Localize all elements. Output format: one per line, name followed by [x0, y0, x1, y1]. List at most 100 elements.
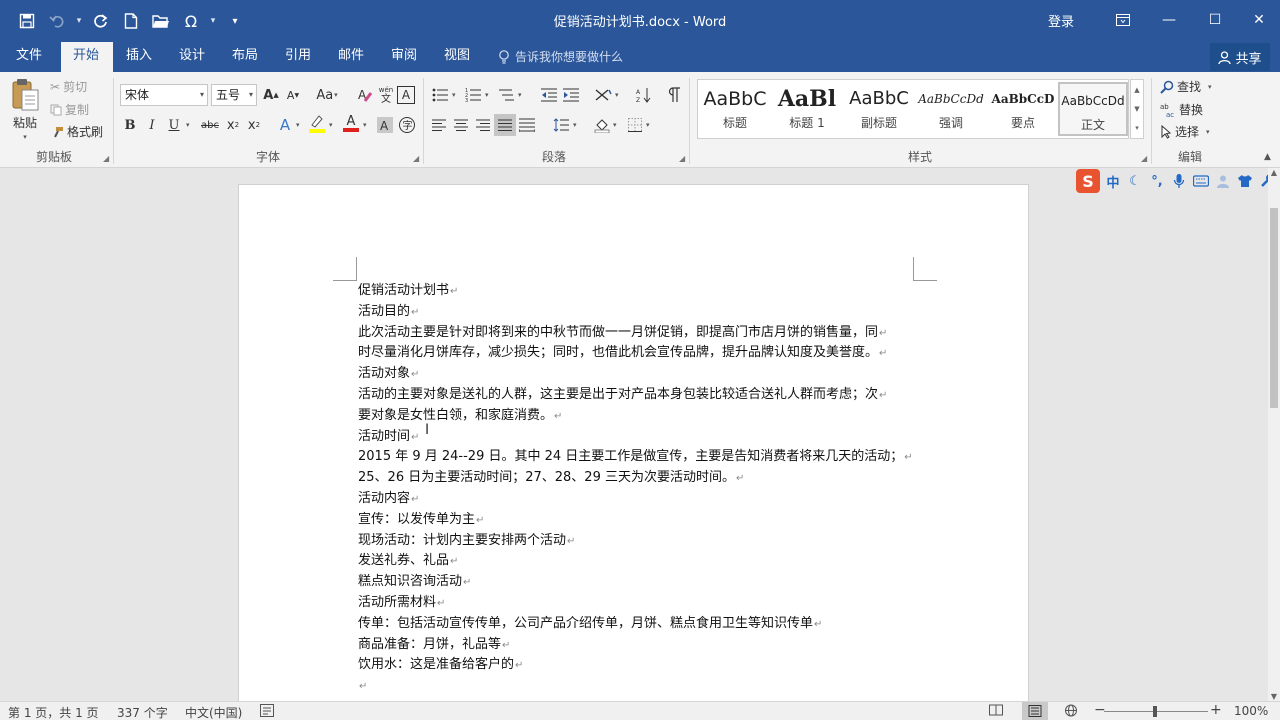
- enclose-characters-icon[interactable]: 字: [396, 114, 418, 136]
- document-line[interactable]: ↵: [358, 676, 918, 697]
- bold-icon[interactable]: B: [119, 114, 141, 136]
- document-line[interactable]: 活动对象↵: [358, 364, 918, 385]
- replace-button[interactable]: ab ac 替换: [1160, 101, 1203, 118]
- document-line[interactable]: 活动所需材料↵: [358, 593, 918, 614]
- text-effects-dropdown-icon[interactable]: ▾: [296, 121, 300, 129]
- vertical-scrollbar[interactable]: ▲ ▼: [1268, 168, 1280, 701]
- document-line[interactable]: 要对象是女性白领，和家庭消费。↵: [358, 406, 918, 427]
- style-normal[interactable]: AaBbCcDd 正文: [1058, 82, 1128, 136]
- minimize-button[interactable]: —: [1146, 4, 1192, 36]
- symbol-icon[interactable]: Ω: [176, 6, 206, 36]
- document-line[interactable]: 活动的主要对象是送礼的人群，这主要是出于对产品本身包装比较适合送礼人群而考虑；次…: [358, 385, 918, 406]
- web-layout-icon[interactable]: [1064, 704, 1078, 720]
- zoom-slider-knob[interactable]: [1153, 706, 1157, 717]
- paragraph-launcher-icon[interactable]: ◢: [679, 154, 685, 163]
- font-name-combo[interactable]: 宋体 ▾: [120, 84, 208, 106]
- tab-review[interactable]: 审阅: [379, 42, 429, 72]
- document-line[interactable]: 现场活动：计划内主要安排两个活动↵: [358, 531, 918, 552]
- new-doc-icon[interactable]: [116, 6, 146, 36]
- style-emphasis[interactable]: AaBbCcDd 强调: [916, 82, 986, 136]
- character-shading-icon[interactable]: A: [374, 114, 396, 136]
- login-button[interactable]: 登录: [1048, 11, 1074, 30]
- grow-font-icon[interactable]: A ▲: [260, 84, 282, 106]
- tab-home[interactable]: 开始: [61, 42, 113, 72]
- bullets-icon[interactable]: [429, 84, 451, 106]
- undo-icon[interactable]: [42, 6, 72, 36]
- show-marks-icon[interactable]: [663, 84, 685, 106]
- document-line[interactable]: 发送礼券、礼品↵: [358, 551, 918, 572]
- align-center-icon[interactable]: [450, 114, 472, 136]
- line-spacing-dropdown-icon[interactable]: ▾: [573, 121, 577, 129]
- tab-layout[interactable]: 布局: [220, 42, 270, 72]
- shading-dropdown-icon[interactable]: ▾: [613, 121, 617, 129]
- tab-design[interactable]: 设计: [167, 42, 217, 72]
- read-mode-icon[interactable]: [989, 704, 1003, 719]
- styles-more-icon[interactable]: ▾: [1135, 124, 1139, 132]
- cut-button[interactable]: ✂ 剪切: [50, 78, 87, 95]
- style-strong[interactable]: AaBbCcD 要点: [988, 82, 1058, 136]
- tab-mailings[interactable]: 邮件: [326, 42, 376, 72]
- zoom-level[interactable]: 100%: [1234, 704, 1268, 718]
- styles-up-icon[interactable]: ▲: [1134, 86, 1139, 94]
- highlight-dropdown-icon[interactable]: ▾: [329, 121, 333, 129]
- numbering-icon[interactable]: 123: [462, 84, 484, 106]
- font-launcher-icon[interactable]: ◢: [413, 154, 419, 163]
- line-spacing-icon[interactable]: [550, 114, 572, 136]
- styles-down-icon[interactable]: ▼: [1134, 105, 1139, 113]
- document-body[interactable]: 促销活动计划书↵ 活动目的↵ 此次活动主要是针对即将到来的中秋节而做一一月饼促销，即…: [358, 281, 918, 697]
- document-page[interactable]: 促销活动计划书↵ 活动目的↵ 此次活动主要是针对即将到来的中秋节而做一一月饼促销，即…: [238, 184, 1029, 701]
- language-indicator[interactable]: 中文(中国): [185, 704, 242, 720]
- font-size-combo[interactable]: 五号 ▾: [211, 84, 257, 106]
- document-line[interactable]: 促销活动计划书↵: [358, 281, 918, 302]
- clear-formatting-icon[interactable]: A: [354, 84, 376, 106]
- select-button[interactable]: 选择 ▾: [1160, 123, 1210, 140]
- font-color-dropdown-icon[interactable]: ▾: [363, 121, 367, 129]
- share-button[interactable]: 共享: [1210, 43, 1270, 71]
- sogou-logo-icon[interactable]: S: [1076, 169, 1100, 193]
- customize-icon[interactable]: ▾: [220, 6, 250, 36]
- close-button[interactable]: ✕: [1236, 4, 1280, 36]
- document-line[interactable]: 活动时间↵: [358, 427, 918, 448]
- style-title[interactable]: AaBbC 标题: [700, 82, 770, 136]
- maximize-button[interactable]: ☐: [1192, 4, 1238, 36]
- find-button[interactable]: 查找 ▾: [1160, 78, 1212, 95]
- print-layout-icon[interactable]: [1022, 702, 1048, 720]
- save-icon[interactable]: [12, 6, 42, 36]
- open-icon[interactable]: [146, 6, 176, 36]
- keyboard-icon[interactable]: [1192, 171, 1210, 191]
- skin-shirt-icon[interactable]: [1236, 171, 1254, 191]
- multilevel-list-icon[interactable]: [495, 84, 517, 106]
- styles-scroll[interactable]: ▲ ▼ ▾: [1130, 79, 1144, 139]
- punctuation-icon[interactable]: °,: [1148, 171, 1166, 191]
- align-right-icon[interactable]: [472, 114, 494, 136]
- shrink-font-icon[interactable]: A ▼: [282, 84, 304, 106]
- collapse-ribbon-icon[interactable]: ▲: [1264, 152, 1271, 162]
- document-line[interactable]: 传单：包括活动宣传传单，公司产品介绍传单，月饼、糕点食用卫生等知识传单↵: [358, 614, 918, 635]
- scroll-down-icon[interactable]: ▼: [1268, 692, 1280, 701]
- document-line[interactable]: 活动内容↵: [358, 489, 918, 510]
- justify-icon[interactable]: [494, 114, 516, 136]
- shading-icon[interactable]: [591, 114, 613, 136]
- undo-dropdown-icon[interactable]: ▾: [72, 6, 86, 36]
- symbol-dropdown-icon[interactable]: ▾: [206, 6, 220, 36]
- moon-icon[interactable]: ☾: [1126, 171, 1144, 191]
- clipboard-launcher-icon[interactable]: ◢: [103, 154, 109, 163]
- underline-dropdown-icon[interactable]: ▾: [186, 121, 190, 129]
- word-count[interactable]: 337 个字: [117, 704, 168, 720]
- italic-icon[interactable]: I: [141, 114, 163, 136]
- macro-record-icon[interactable]: [260, 704, 274, 720]
- user-icon[interactable]: [1214, 171, 1232, 191]
- highlight-icon[interactable]: [306, 112, 328, 134]
- sort-icon[interactable]: AZ: [633, 84, 655, 106]
- zoom-in-button[interactable]: +: [1210, 702, 1222, 718]
- document-line[interactable]: 糕点知识咨询活动↵: [358, 572, 918, 593]
- document-line[interactable]: 此次活动主要是针对即将到来的中秋节而做一一月饼促销，即提高门市店月饼的销售量，同…: [358, 323, 918, 344]
- text-effects-icon[interactable]: A: [274, 114, 296, 136]
- tab-file[interactable]: 文件: [4, 42, 54, 72]
- underline-icon[interactable]: U: [163, 114, 185, 136]
- document-line[interactable]: 2015 年 9 月 24--29 日。其中 24 日主要工作是做宣传，主要是告…: [358, 447, 918, 468]
- document-line[interactable]: 25、26 日为主要活动时间；27、28、29 三天为次要活动时间。↵: [358, 468, 918, 489]
- distributed-icon[interactable]: [516, 114, 538, 136]
- scroll-thumb[interactable]: [1270, 208, 1278, 408]
- scroll-up-icon[interactable]: ▲: [1268, 168, 1280, 177]
